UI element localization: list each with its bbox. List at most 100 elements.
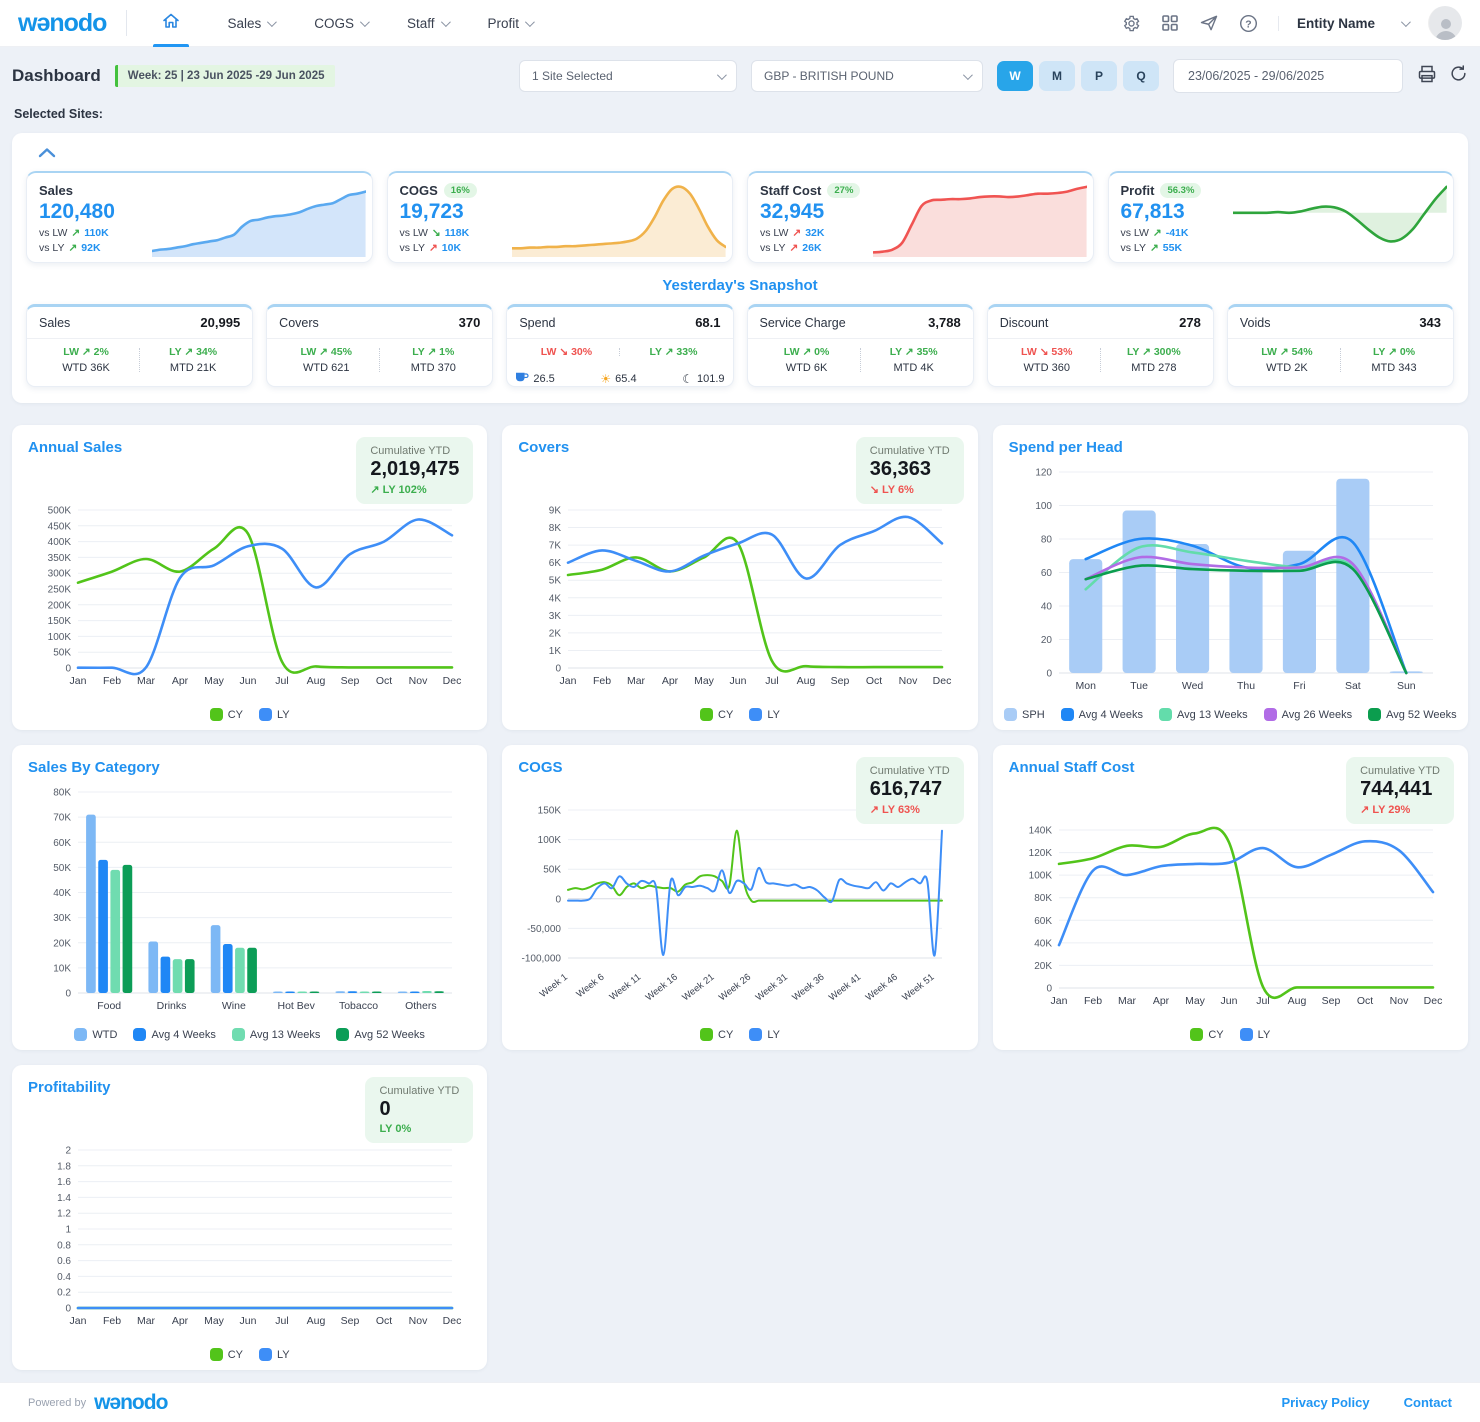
svg-text:Aug: Aug	[307, 675, 326, 687]
kpi-comparison: vs LW↗32K	[760, 227, 1081, 239]
svg-text:Sat: Sat	[1345, 680, 1361, 692]
avatar[interactable]	[1428, 6, 1462, 40]
date-range-input[interactable]: 23/06/2025 - 29/06/2025	[1173, 59, 1403, 93]
svg-text:Drinks: Drinks	[157, 1000, 187, 1012]
nav-item-staff[interactable]: Staff	[391, 8, 464, 39]
legend-item-avg-13-weeks[interactable]: Avg 13 Weeks	[1159, 708, 1248, 721]
svg-text:Aug: Aug	[307, 1315, 326, 1327]
legend-item-cy[interactable]: CY	[1190, 1028, 1223, 1041]
legend-item-avg-52-weeks[interactable]: Avg 52 Weeks	[336, 1028, 425, 1041]
trend-arrow-icon: ↗	[1150, 242, 1159, 254]
svg-text:0: 0	[65, 1304, 71, 1315]
svg-text:80K: 80K	[53, 788, 71, 799]
wenodo-logo: wǝnodo	[18, 9, 106, 38]
svg-text:Jul: Jul	[1256, 995, 1269, 1007]
chart-card-cogs: COGS Cumulative YTD 616,747 ↗ LY 63%-100…	[502, 745, 977, 1050]
nav-home-tab[interactable]	[147, 0, 195, 47]
kpi-percent-badge: 16%	[444, 183, 477, 198]
legend-item-ly[interactable]: LY	[259, 708, 290, 721]
daypart-spend: 26.5	[515, 371, 554, 386]
nav-item-sales[interactable]: Sales	[211, 8, 290, 39]
legend-item-sph[interactable]: SPH	[1004, 708, 1045, 721]
svg-text:2: 2	[65, 1146, 71, 1157]
kpi-value: 32,945	[760, 200, 1081, 224]
svg-text:Sun: Sun	[1397, 680, 1416, 692]
snapshot-title: Yesterday's Snapshot	[26, 277, 1454, 294]
contact-link[interactable]: Contact	[1404, 1395, 1452, 1410]
svg-text:Aug: Aug	[797, 675, 816, 687]
charts-grid: Annual Sales Cumulative YTD 2,019,475 ↗ …	[12, 425, 1468, 1370]
svg-text:Jan: Jan	[70, 1315, 87, 1327]
svg-text:150K: 150K	[48, 616, 72, 627]
legend-item-avg-26-weeks[interactable]: Avg 26 Weeks	[1264, 708, 1353, 721]
period-button-q[interactable]: Q	[1123, 61, 1159, 91]
snapshot-card-spend: Spend68.1LW ↘ 30%LY ↗ 33%26.5☀65.4☾101.9	[506, 304, 733, 387]
ytd-delta: ↗ LY 29%	[1360, 803, 1440, 816]
snapshot-card-value: 278	[1179, 315, 1201, 330]
ytd-value: 744,441	[1360, 778, 1440, 801]
nav-item-profit[interactable]: Profit	[472, 8, 549, 39]
legend-swatch	[133, 1028, 146, 1041]
legend-item-ly[interactable]: LY	[749, 1028, 780, 1041]
trend-arrow-icon: ↗	[429, 242, 438, 254]
svg-text:0.6: 0.6	[57, 1256, 71, 1267]
kpi-title: COGS	[400, 183, 438, 198]
chart-legend: CY LY	[993, 1028, 1468, 1041]
ytd-label: Cumulative YTD	[870, 445, 950, 457]
refresh-button[interactable]	[1449, 64, 1468, 88]
snapshot-card-name: Discount	[1000, 316, 1049, 330]
legend-item-cy[interactable]: CY	[700, 1028, 733, 1041]
cumulative-ytd-badge: Cumulative YTD 36,363 ↘ LY 6%	[856, 437, 964, 504]
svg-text:Apr: Apr	[662, 675, 679, 687]
settings-gear-icon[interactable]	[1122, 14, 1141, 33]
legend-item-ly[interactable]: LY	[749, 708, 780, 721]
snapshot-card-name: Spend	[519, 316, 555, 330]
period-button-p[interactable]: P	[1081, 61, 1117, 91]
svg-text:200K: 200K	[48, 600, 72, 611]
svg-text:70K: 70K	[53, 813, 71, 824]
period-button-w[interactable]: W	[997, 61, 1033, 91]
legend-item-avg-4-weeks[interactable]: Avg 4 Weeks	[133, 1028, 215, 1041]
svg-text:Sep: Sep	[831, 675, 850, 687]
legend-item-cy[interactable]: CY	[210, 1348, 243, 1361]
chart-card-profitability: Profitability Cumulative YTD 0 LY 0%00.2…	[12, 1065, 487, 1370]
legend-item-avg-13-weeks[interactable]: Avg 13 Weeks	[232, 1028, 321, 1041]
print-button[interactable]	[1417, 64, 1437, 89]
svg-text:1K: 1K	[549, 646, 562, 657]
chart-legend: CY LY	[502, 708, 977, 721]
legend-item-avg-4-weeks[interactable]: Avg 4 Weeks	[1061, 708, 1143, 721]
send-icon[interactable]	[1199, 13, 1219, 33]
svg-text:Thu: Thu	[1237, 680, 1255, 692]
legend-item-ly[interactable]: LY	[1240, 1028, 1271, 1041]
snapshot-metric: LW ↘ 53%WTD 360	[994, 346, 1100, 374]
legend-item-cy[interactable]: CY	[210, 708, 243, 721]
period-button-m[interactable]: M	[1039, 61, 1075, 91]
legend-item-ly[interactable]: LY	[259, 1348, 290, 1361]
currency-select[interactable]: GBP - BRITISH POUND	[751, 60, 983, 92]
svg-text:Jun: Jun	[1220, 995, 1237, 1007]
snapshot-metric: LY ↗ 0%MTD 343	[1341, 346, 1447, 374]
svg-text:Jun: Jun	[240, 675, 257, 687]
privacy-policy-link[interactable]: Privacy Policy	[1281, 1395, 1369, 1410]
entity-select[interactable]: Entity Name	[1278, 16, 1408, 31]
period-segment: WMPQ	[997, 61, 1159, 91]
selected-sites-label: Selected Sites:	[0, 97, 1480, 123]
apps-grid-icon[interactable]	[1161, 14, 1179, 32]
ytd-label: Cumulative YTD	[370, 445, 459, 457]
svg-text:Dec: Dec	[933, 675, 952, 687]
svg-text:0.8: 0.8	[57, 1240, 71, 1251]
nav-item-cogs[interactable]: COGS	[298, 8, 383, 39]
legend-item-wtd[interactable]: WTD	[74, 1028, 117, 1041]
svg-text:Oct: Oct	[1356, 995, 1372, 1007]
svg-text:0: 0	[556, 664, 562, 675]
help-icon[interactable]: ?	[1239, 14, 1258, 33]
legend-swatch	[232, 1028, 245, 1041]
kpi-comparison: vs LY↗55K	[1121, 242, 1442, 254]
site-select[interactable]: 1 Site Selected	[519, 60, 737, 92]
collapse-chevron-up-icon[interactable]	[38, 145, 56, 162]
kpi-card-cogs: COGS16% 19,723vs LW↘118Kvs LY↗10K	[387, 171, 734, 263]
legend-item-avg-52-weeks[interactable]: Avg 52 Weeks	[1368, 708, 1457, 721]
svg-text:0: 0	[1046, 669, 1052, 680]
legend-item-cy[interactable]: CY	[700, 708, 733, 721]
svg-text:Others: Others	[405, 1000, 437, 1012]
